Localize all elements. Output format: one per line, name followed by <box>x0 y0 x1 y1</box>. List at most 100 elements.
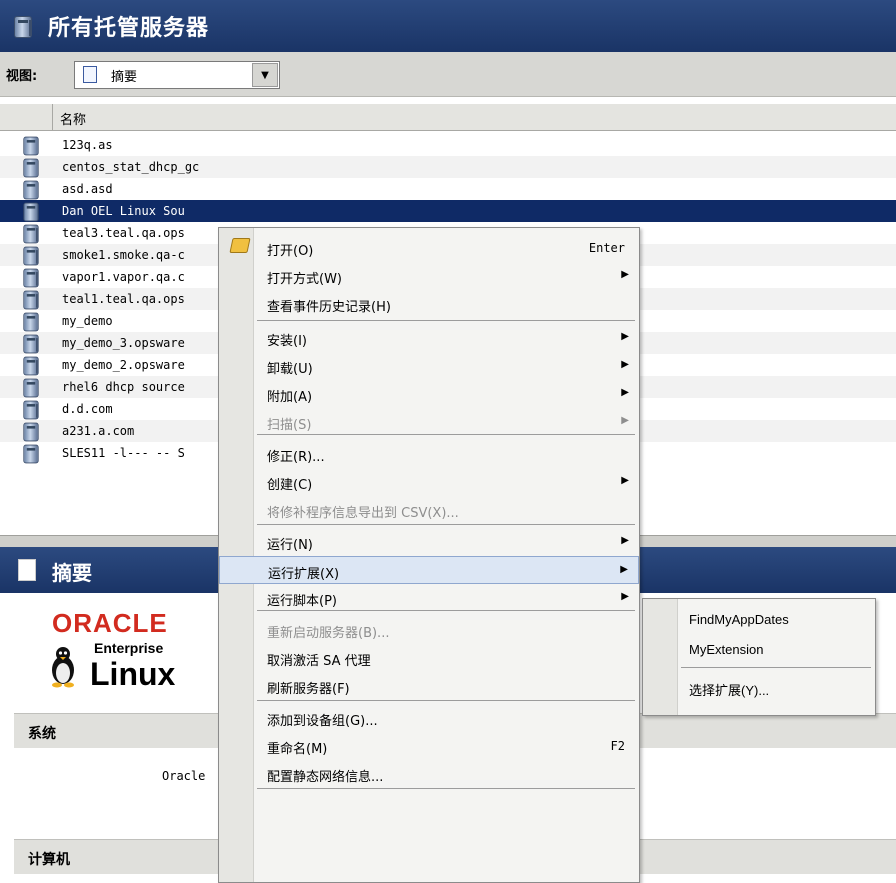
submenu-arrow-icon: ▶ <box>620 564 628 575</box>
server-icon <box>23 378 39 398</box>
server-icon <box>23 444 39 464</box>
table-row[interactable]: asd.asd <box>0 178 896 200</box>
server-name: my_demo_2.opsware <box>62 358 185 372</box>
server-group-icon <box>23 290 39 310</box>
title-bar: 所有托管服务器 <box>0 0 896 52</box>
server-icon <box>23 312 39 332</box>
server-name: vapor1.vapor.qa.c <box>62 270 185 284</box>
menu-item-label: 重命名(M) <box>267 742 328 757</box>
server-name: rhel6 dhcp source <box>62 380 185 394</box>
server-name: SLES11 -l--- -- S <box>62 446 185 460</box>
menu-item-label: 修正(R)... <box>267 450 325 465</box>
menu-item[interactable]: 修正(R)... <box>219 440 639 468</box>
table-header: 名称 <box>0 104 896 131</box>
menu-item-label: 配置静态网络信息... <box>267 770 384 785</box>
server-name: d.d.com <box>62 402 113 416</box>
menu-item[interactable]: 卸载(U) ▶ <box>219 352 639 380</box>
menu-item-label: 打开方式(W) <box>267 272 342 287</box>
menu-item: 将修补程序信息导出到 CSV(X)... <box>219 496 639 524</box>
submenu-arrow-icon: ▶ <box>621 535 629 546</box>
view-select[interactable]: 摘要 ▼ <box>74 61 280 89</box>
menu-item[interactable]: 重命名(M) F2 <box>219 732 639 760</box>
menu-item-label: 刷新服务器(F) <box>267 682 350 697</box>
system-value: Oracle <box>162 769 206 783</box>
menu-item[interactable]: 运行(N) ▶ <box>219 528 639 556</box>
enterprise-text: Enterprise <box>94 640 164 656</box>
server-group-icon <box>23 246 39 266</box>
server-name: a231.a.com <box>62 424 135 438</box>
menu-item[interactable]: 安装(I) ▶ <box>219 324 639 352</box>
view-label: 视图: <box>6 69 38 84</box>
server-name: teal3.teal.qa.ops <box>62 226 185 240</box>
menu-item[interactable]: 取消激活 SA 代理 <box>219 644 639 672</box>
server-name: 123q.as <box>62 138 113 152</box>
menu-item: 扫描(S) ▶ <box>219 408 639 436</box>
menu-item[interactable]: 刷新服务器(F) <box>219 672 639 700</box>
table-row[interactable]: 123q.as <box>0 134 896 156</box>
server-name: Dan OEL Linux Sou <box>62 204 185 218</box>
server-name: teal1.teal.qa.ops <box>62 292 185 306</box>
oracle-wordmark: ORACLE <box>52 608 168 638</box>
summary-title: 摘要 <box>52 561 92 585</box>
submenu-item[interactable]: MyExtension <box>643 635 875 665</box>
table-row[interactable]: Dan OEL Linux Sou <box>0 200 896 222</box>
menu-separator <box>257 320 635 321</box>
servers-icon <box>14 16 32 38</box>
menu-item-label: 运行脚本(P) <box>267 594 337 609</box>
menu-item[interactable]: 运行扩展(X) ▶ <box>219 556 639 584</box>
server-group-icon <box>23 356 39 376</box>
menu-item[interactable]: 运行脚本(P) ▶ <box>219 584 639 612</box>
submenu-arrow-icon: ▶ <box>621 359 629 370</box>
server-group-icon <box>23 268 39 288</box>
server-icon <box>23 422 39 442</box>
menu-item-label: 运行(N) <box>267 538 313 553</box>
column-name-header[interactable]: 名称 <box>60 109 86 128</box>
menu-item-label: 运行扩展(X) <box>268 567 340 582</box>
table-row[interactable]: centos_stat_dhcp_gc <box>0 156 896 178</box>
server-group-icon <box>23 224 39 244</box>
menu-item-label: 取消激活 SA 代理 <box>267 654 371 669</box>
submenu-item[interactable]: FindMyAppDates <box>643 605 875 635</box>
menu-item[interactable]: 打开方式(W) ▶ <box>219 262 639 290</box>
menu-item-label: 添加到设备组(G)... <box>267 714 378 729</box>
submenu-item-label: FindMyAppDates <box>689 612 789 627</box>
section-computer-heading: 计算机 <box>28 852 70 868</box>
menu-separator <box>257 788 635 789</box>
linux-text: Linux <box>90 656 176 692</box>
menu-item-label: 扫描(S) <box>267 418 312 433</box>
menu-separator <box>681 667 871 668</box>
menu-item-shortcut: F2 <box>610 739 625 753</box>
server-name: smoke1.smoke.qa-c <box>62 248 185 262</box>
submenu-arrow-icon: ▶ <box>621 475 629 486</box>
server-group-icon <box>23 400 39 420</box>
menu-item-label: 附加(A) <box>267 390 313 405</box>
menu-item[interactable]: 添加到设备组(G)... <box>219 704 639 732</box>
menu-item[interactable]: 附加(A) ▶ <box>219 380 639 408</box>
menu-item-label: 安装(I) <box>267 334 307 349</box>
view-select-value: 摘要 <box>111 70 138 85</box>
server-icon <box>23 202 39 222</box>
menu-item[interactable]: 创建(C) ▶ <box>219 468 639 496</box>
submenu-arrow-icon: ▶ <box>621 415 629 426</box>
chevron-down-icon[interactable]: ▼ <box>252 63 278 87</box>
server-icon <box>23 180 39 200</box>
server-name: centos_stat_dhcp_gc <box>62 160 200 174</box>
server-name: my_demo <box>62 314 113 328</box>
menu-item[interactable]: 查看事件历史记录(H) <box>219 290 639 318</box>
menu-item-label: 卸载(U) <box>267 362 313 377</box>
tux-penguin-icon <box>52 647 74 688</box>
server-icon <box>23 136 39 156</box>
menu-separator <box>257 524 635 525</box>
context-menu: 打开(O) Enter 打开方式(W) ▶ 查看事件历史记录(H) 安装(I) ▶ 卸载(U)… <box>218 227 640 883</box>
menu-separator <box>257 700 635 701</box>
menu-item[interactable]: 配置静态网络信息... <box>219 760 639 788</box>
menu-item-label: 将修补程序信息导出到 CSV(X)... <box>267 506 459 521</box>
section-system-heading: 系统 <box>28 726 56 742</box>
server-group-icon <box>23 334 39 354</box>
menu-item-shortcut: Enter <box>588 241 625 255</box>
menu-item[interactable]: 打开(O) Enter <box>219 234 639 262</box>
submenu-arrow-icon: ▶ <box>621 331 629 342</box>
menu-item-label: 查看事件历史记录(H) <box>267 300 391 315</box>
submenu-item[interactable]: 选择扩展(Y)... <box>643 673 875 703</box>
submenu-arrow-icon: ▶ <box>621 591 629 602</box>
